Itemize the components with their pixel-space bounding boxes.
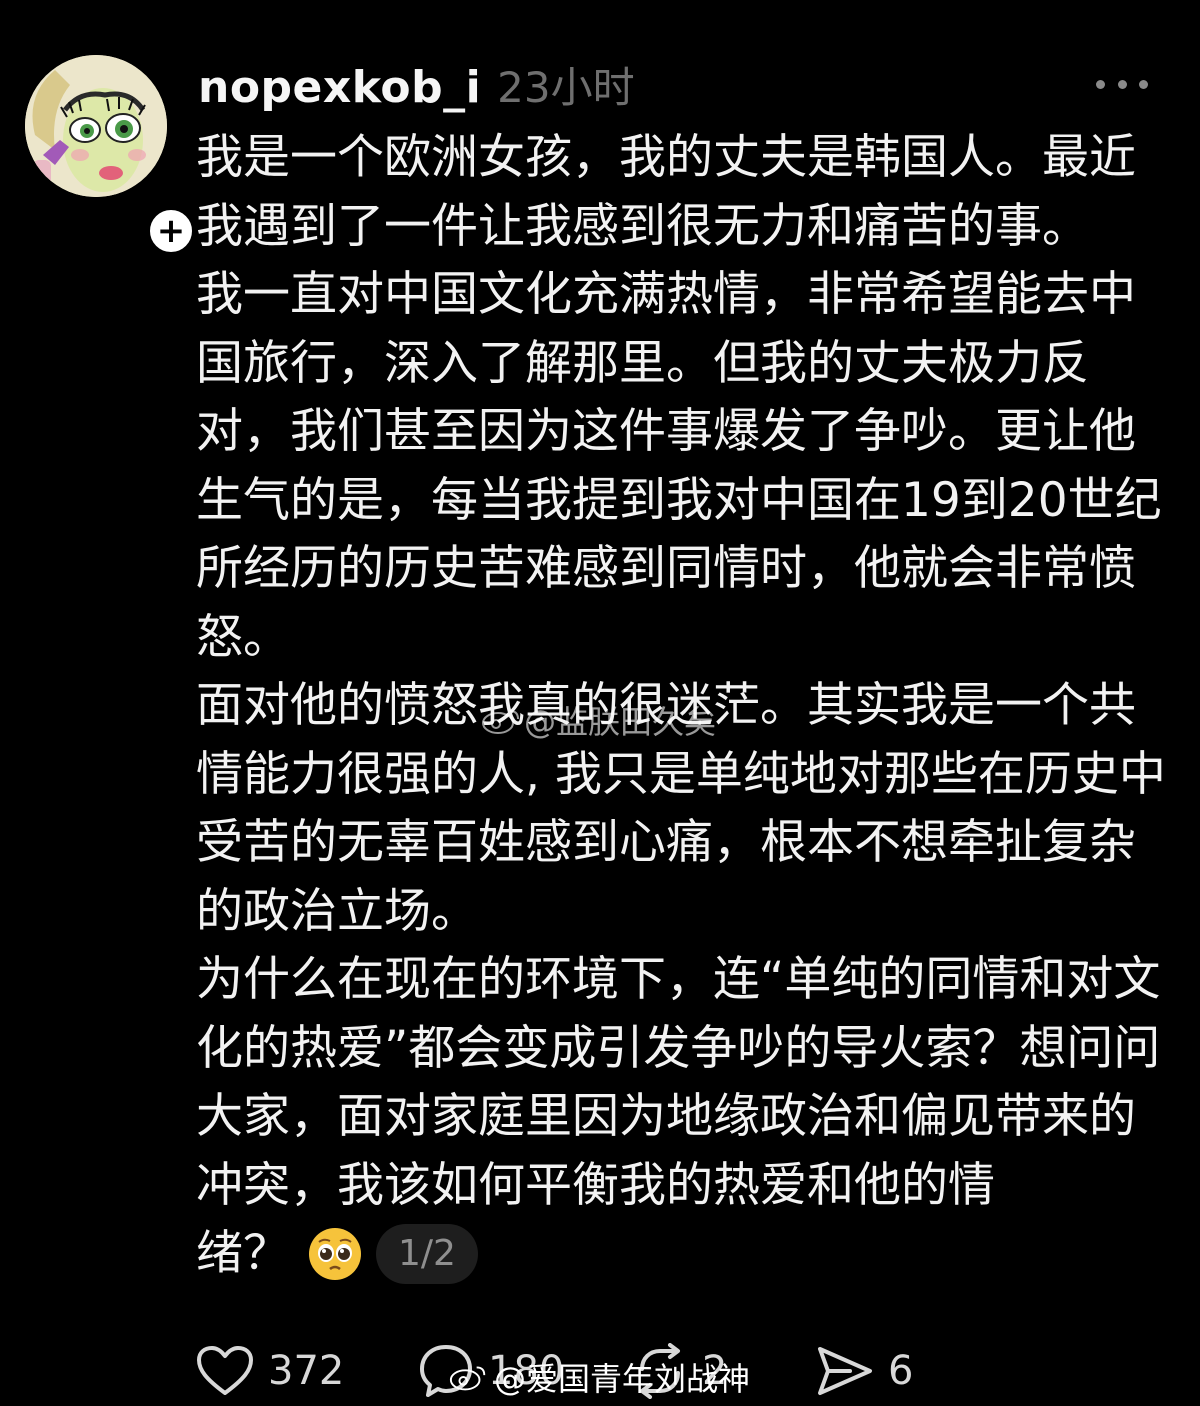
post-paragraph: 我是一个欧洲女孩，我的丈夫是韩国人。最近我遇到了一件让我感到很无力和痛苦的事。 xyxy=(196,130,1136,254)
more-options-button[interactable] xyxy=(1096,72,1148,96)
more-dot xyxy=(1117,79,1127,89)
repost-count: 2 xyxy=(702,1348,728,1394)
avatar[interactable] xyxy=(25,55,167,197)
more-dot xyxy=(1139,79,1148,89)
avatar-container: + xyxy=(25,55,197,257)
more-dots-icon xyxy=(1096,79,1105,89)
action-bar: 372 180 2 6 xyxy=(196,1336,1176,1406)
timestamp: 23小时 xyxy=(497,63,635,112)
post-body: 我是一个欧洲女孩，我的丈夫是韩国人。最近我遇到了一件让我感到很无力和痛苦的事。 … xyxy=(196,124,1171,1289)
username[interactable]: nopexkob_i xyxy=(198,62,481,113)
comment-bubble-icon xyxy=(420,1345,472,1397)
share-button[interactable]: 6 xyxy=(816,1336,913,1406)
repost-icon xyxy=(640,1343,680,1399)
avatar-illustration xyxy=(25,55,167,197)
post-header: nopexkob_i 23小时 xyxy=(198,54,635,113)
like-count: 372 xyxy=(268,1348,345,1394)
repost-button[interactable]: 2 xyxy=(632,1336,727,1406)
post-paragraph: 为什么在现在的环境下，连“单纯的同情和对文化的热爱”都会变成引发争吵的导火索？想… xyxy=(196,952,1161,1213)
comment-count: 180 xyxy=(488,1348,565,1394)
pleading-face-emoji-icon xyxy=(309,1228,361,1281)
post-paragraph: 我一直对中国文化充满热情，非常希望能去中国旅行，深入了解那里。但我的丈夫极力反对… xyxy=(196,267,1162,665)
like-button[interactable]: 372 xyxy=(196,1336,344,1406)
post-last-text: 绪？ xyxy=(196,1226,290,1281)
post-paragraph: 面对他的愤怒我真的很迷茫。其实我是一个共情能力很强的人, 我只是单纯地对那些在历… xyxy=(196,678,1166,939)
plus-icon: + xyxy=(156,211,186,251)
share-count: 6 xyxy=(888,1348,914,1394)
page-indicator[interactable]: 1/2 xyxy=(376,1224,478,1285)
comment-button[interactable]: 180 xyxy=(418,1336,564,1406)
post-last-line: 绪？ 1/2 xyxy=(196,1220,1171,1289)
follow-button[interactable]: + xyxy=(145,205,197,257)
send-icon xyxy=(818,1347,872,1395)
heart-icon xyxy=(197,1346,253,1395)
